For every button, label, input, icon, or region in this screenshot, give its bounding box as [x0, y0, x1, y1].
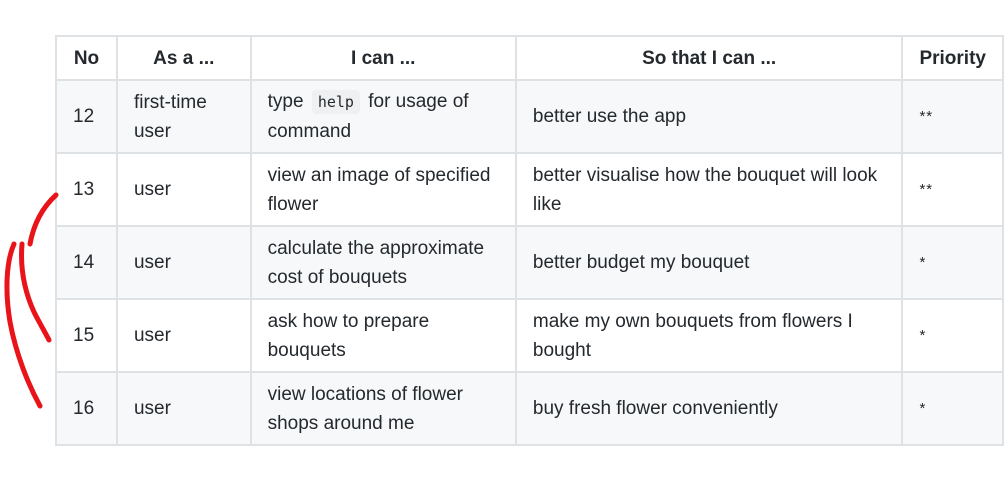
- annotation-stroke: [4, 241, 43, 409]
- story-role: user: [115, 225, 252, 300]
- inline-code: help: [311, 90, 360, 114]
- table-row: 15 user ask how to prepare bouquets make…: [55, 298, 1004, 373]
- table-row: 13 user view an image of specified flowe…: [55, 152, 1004, 227]
- story-number: 12: [55, 79, 118, 154]
- story-benefit: make my own bouquets from flowers I boug…: [514, 298, 904, 373]
- story-priority: **: [901, 152, 1004, 227]
- story-number: 16: [55, 371, 118, 446]
- story-number: 14: [55, 225, 118, 300]
- story-action: ask how to prepare bouquets: [249, 298, 517, 373]
- header-priority: Priority: [901, 35, 1004, 81]
- header-as-a: As a ...: [115, 35, 252, 81]
- story-priority: *: [901, 371, 1004, 446]
- story-priority: *: [901, 225, 1004, 300]
- story-role: user: [115, 152, 252, 227]
- table-row: 16 user view locations of flower shops a…: [55, 371, 1004, 446]
- story-action-text: type: [267, 91, 304, 112]
- story-role: user: [115, 298, 252, 373]
- story-action: view locations of flower shops around me: [249, 371, 517, 446]
- story-benefit: better visualise how the bouquet will lo…: [514, 152, 904, 227]
- story-number: 15: [55, 298, 118, 373]
- story-benefit: better use the app: [514, 79, 904, 154]
- annotation-stroke: [27, 192, 59, 247]
- header-i-can: I can ...: [249, 35, 517, 81]
- story-priority: **: [901, 79, 1004, 154]
- story-action: type help for usage of command: [249, 79, 517, 154]
- story-number: 13: [55, 152, 118, 227]
- header-no: No: [55, 35, 118, 81]
- story-priority: *: [901, 298, 1004, 373]
- story-role: user: [115, 371, 252, 446]
- story-benefit: buy fresh flower conveniently: [514, 371, 904, 446]
- table-row: 14 user calculate the approximate cost o…: [55, 225, 1004, 300]
- table-row: 12 first-time user type help for usage o…: [55, 79, 1004, 154]
- story-action: view an image of specified flower: [249, 152, 517, 227]
- user-stories-table: No As a ... I can ... So that I can ... …: [55, 35, 1004, 446]
- story-benefit: better budget my bouquet: [514, 225, 904, 300]
- header-so-that: So that I can ...: [514, 35, 904, 81]
- story-action: calculate the approximate cost of bouque…: [249, 225, 517, 300]
- story-role: first-time user: [115, 79, 252, 154]
- screenshot-canvas: No As a ... I can ... So that I can ... …: [0, 0, 1004, 486]
- table-header-row: No As a ... I can ... So that I can ... …: [55, 35, 1004, 81]
- annotation-stroke: [19, 241, 52, 343]
